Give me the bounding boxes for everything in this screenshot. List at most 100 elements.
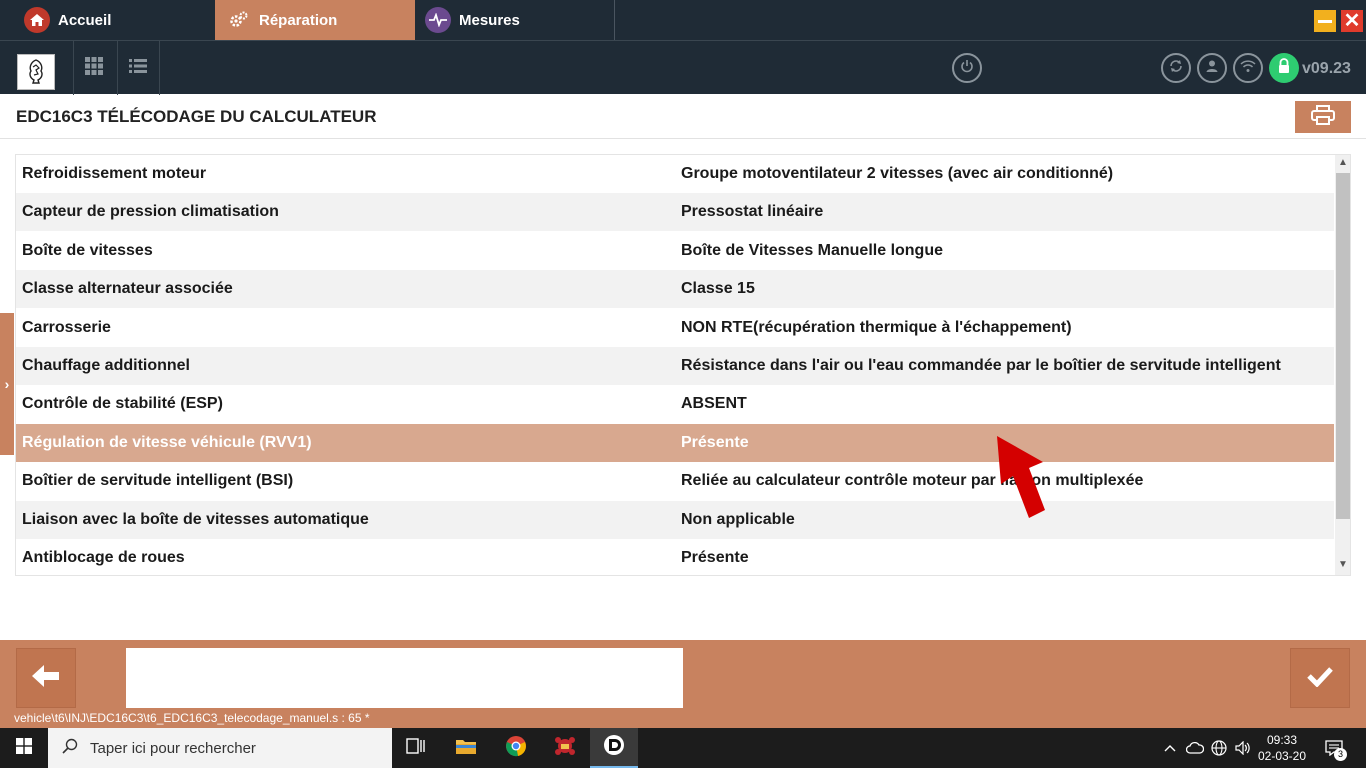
user-button[interactable] [1197,53,1227,83]
row-value: NON RTE(récupération thermique à l'échap… [681,318,1072,336]
clock-time: 09:33 [1266,733,1298,747]
task-view-button[interactable] [392,728,440,768]
power-button[interactable] [952,53,982,83]
task-view-icon [406,737,426,759]
chevron-right-icon: › [4,376,10,392]
search-placeholder: Taper ici pour rechercher [90,739,256,757]
close-button[interactable]: ✕ [1341,10,1363,32]
lock-icon [1277,57,1291,79]
vertical-scrollbar[interactable]: ▲ ▼ [1335,155,1350,575]
row-label: Capteur de pression climatisation [22,203,279,221]
row-label: Chauffage additionnel [22,357,190,374]
scroll-up-icon[interactable]: ▲ [1335,157,1350,171]
version-label: v09.23 [1302,60,1351,77]
print-button[interactable] [1295,101,1351,133]
diagbox-icon [603,734,625,761]
start-button[interactable] [0,728,48,768]
taskbar-app-red[interactable] [541,728,589,768]
sync-button[interactable] [1161,53,1191,83]
system-clock[interactable]: 09:33 02-03-20 [1252,732,1312,764]
table-row[interactable]: Capteur de pression climatisation Pressos… [16,193,1334,232]
table-row[interactable]: Chauffage additionnel Résistance dans l'a… [16,347,1334,385]
list-view-button[interactable] [123,53,153,83]
row-label: Carrosserie [22,318,111,336]
row-label: Boîtier de servitude intelligent (BSI) [22,472,294,490]
volume-icon[interactable] [1233,728,1253,768]
page-title: EDC16C3 TÉLÉCODAGE DU CALCULATEUR [16,107,377,126]
tray-overflow-icon[interactable] [1162,728,1178,768]
lock-button[interactable] [1269,53,1299,83]
minimize-button[interactable] [1314,10,1336,32]
row-label: Classe alternateur associée [22,280,233,298]
row-value: Reliée au calculateur contrôle moteur pa… [681,472,1144,490]
tab-label: Accueil [58,11,112,29]
checkmark-icon [1306,665,1334,692]
row-value: Résistance dans l'air ou l'eau commandée… [681,357,1281,374]
tab-mesures[interactable]: Mesures [415,0,615,40]
scroll-down-icon[interactable]: ▼ [1335,559,1350,573]
user-icon [1205,59,1219,78]
row-value: ABSENT [681,395,747,413]
home-icon [24,7,50,33]
row-value: Groupe motoventilateur 2 vitesses (avec … [681,165,1114,182]
gears-icon [229,7,249,33]
tab-label: Mesures [459,11,520,29]
toolbar-divider [159,41,160,95]
wifi-button[interactable] [1233,53,1263,83]
tab-reparation[interactable]: Réparation [215,0,415,40]
grid-view-button[interactable] [79,53,109,83]
table-row[interactable]: Régulation de vitesse véhicule (RVV1) Pré… [16,423,1334,462]
clock-date: 02-03-20 [1257,749,1307,763]
taskbar-search[interactable]: Taper ici pour rechercher [48,728,392,768]
tab-label: Réparation [259,11,338,29]
chrome-icon [505,735,527,762]
notification-count: 3 [1334,748,1347,761]
table-row[interactable]: Carrosserie NON RTE(récupération thermiqu… [16,308,1334,347]
windows-icon [16,737,32,759]
row-label: Régulation de vitesse véhicule (RVV1) [22,433,312,451]
wifi-icon [1240,59,1256,78]
row-value: Présente [681,433,749,451]
bug-icon [553,735,577,762]
toolbar-divider [73,41,74,95]
table-row[interactable]: Boîte de vitesses Boîte de Vitesses Manue… [16,231,1334,270]
row-value: Non applicable [681,510,795,528]
annotation-arrow-up [985,432,1055,527]
table-row[interactable]: Liaison avec la boîte de vitesses automa… [16,500,1334,539]
taskbar-diagbox[interactable] [590,728,638,768]
script-path: vehicle\t6\INJ\EDC16C3\t6_EDC16C3_teleco… [14,711,370,725]
app-tab-bar: Accueil Réparation Mesures ✕ [0,0,1366,40]
grid-icon [85,56,103,80]
message-area [126,648,683,708]
row-value: Boîte de Vitesses Manuelle longue [681,241,943,259]
tab-accueil[interactable]: Accueil [0,0,215,40]
table-row[interactable]: Antiblocage de roues Présente [16,539,1334,575]
list-icon [129,58,147,79]
row-value: Présente [681,549,749,566]
row-label: Liaison avec la boîte de vitesses automa… [22,510,369,528]
os-taskbar: Taper ici pour rechercher 09:33 02-03-20… [0,728,1366,768]
row-label: Antiblocage de roues [22,549,185,566]
table-row[interactable]: Classe alternateur associée Classe 15 [16,270,1334,309]
taskbar-explorer[interactable] [442,728,490,768]
back-button[interactable] [16,648,76,708]
table-row[interactable]: Boîtier de servitude intelligent (BSI) Re… [16,462,1334,501]
main-toolbar: v09.23 [0,40,1366,95]
row-label: Contrôle de stabilité (ESP) [22,395,223,413]
folder-icon [455,737,477,760]
network-globe-icon[interactable] [1209,728,1229,768]
table-row[interactable]: Refroidissement moteur Groupe motoventila… [16,155,1334,193]
validate-button[interactable] [1290,648,1350,708]
side-panel-toggle[interactable]: › [0,313,14,455]
coding-table: Refroidissement moteur Groupe motoventila… [15,154,1351,576]
row-value: Classe 15 [681,280,755,298]
printer-icon [1311,104,1335,130]
header-divider [0,138,1366,139]
peugeot-logo [17,54,55,90]
pulse-icon [425,7,451,33]
scrollbar-thumb[interactable] [1336,173,1350,519]
table-row[interactable]: Contrôle de stabilité (ESP) ABSENT [16,385,1334,424]
cloud-icon[interactable] [1184,728,1206,768]
toolbar-divider [117,41,118,95]
taskbar-chrome[interactable] [492,728,540,768]
